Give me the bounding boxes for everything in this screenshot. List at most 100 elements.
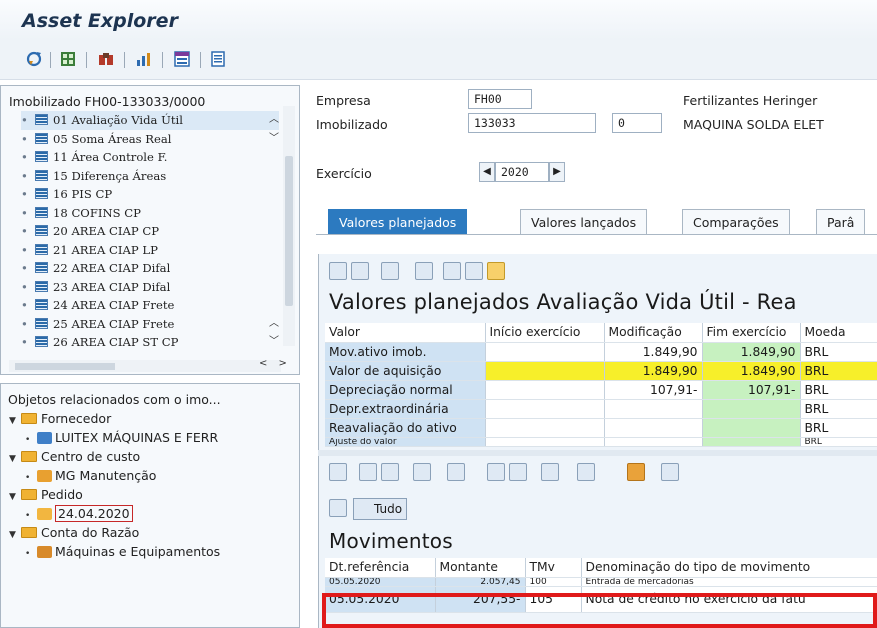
column-header[interactable]: Dt.referência bbox=[325, 558, 436, 578]
tree-item[interactable]: • 23 AREA CIAP Difal bbox=[21, 278, 279, 297]
chevron-down-icon[interactable]: ▼ bbox=[9, 526, 21, 545]
binoculars-icon[interactable] bbox=[96, 49, 116, 69]
grid-icon[interactable] bbox=[58, 49, 78, 69]
print-icon[interactable] bbox=[487, 463, 505, 481]
chevron-down-icon[interactable]: ﹀ bbox=[269, 130, 279, 149]
scroll-arrows-icon[interactable]: < > bbox=[259, 358, 291, 369]
sort-ascending-icon[interactable] bbox=[359, 463, 377, 481]
imobilizado-label: Imobilizado bbox=[316, 117, 388, 132]
table-cell bbox=[485, 342, 605, 362]
tree-item[interactable]: • 18 COFINS CP bbox=[21, 204, 279, 223]
table-header-row: Dt.referência Montante TMv Denominação d… bbox=[325, 558, 877, 578]
toolbar-separator bbox=[162, 52, 163, 68]
export-icon[interactable] bbox=[541, 463, 559, 481]
layout-icon[interactable] bbox=[577, 463, 595, 481]
view-icon[interactable] bbox=[509, 463, 527, 481]
tab-valores-planejados[interactable]: Valores planejados bbox=[328, 209, 468, 234]
tree-leaf-pedido[interactable]: • 24.04.2020 bbox=[25, 504, 133, 523]
tree-node-conta[interactable]: ▼ Conta do Razão bbox=[9, 523, 139, 542]
list-icon[interactable] bbox=[208, 49, 228, 69]
tab-comparacoes[interactable]: Comparações bbox=[682, 209, 790, 234]
exercicio-field[interactable]: 2020 bbox=[495, 162, 549, 182]
tree-item[interactable]: • 21 AREA CIAP LP bbox=[21, 241, 279, 260]
info-icon[interactable] bbox=[415, 262, 433, 280]
layout-icon[interactable] bbox=[172, 49, 192, 69]
sub-number-field[interactable]: 0 bbox=[612, 113, 662, 133]
tree-node-fornecedor[interactable]: ▼ Fornecedor bbox=[9, 409, 111, 428]
export-icon[interactable] bbox=[381, 262, 399, 280]
folder-icon[interactable] bbox=[487, 262, 505, 280]
bullet-icon: • bbox=[21, 131, 28, 146]
panel-splitter[interactable] bbox=[318, 450, 877, 456]
tree-item[interactable]: • 26 AREA CIAP ST CP ﹀ bbox=[21, 333, 279, 352]
calculator-icon[interactable] bbox=[465, 262, 483, 280]
chevron-down-icon[interactable]: ﹀ bbox=[269, 333, 279, 352]
table-cell bbox=[485, 437, 605, 447]
column-header[interactable]: Montante bbox=[435, 558, 526, 578]
column-header[interactable]: Moeda bbox=[800, 323, 877, 343]
chart-icon[interactable] bbox=[134, 49, 154, 69]
all-button[interactable]: Tudo bbox=[353, 498, 408, 520]
next-year-button[interactable]: ▶ bbox=[549, 162, 565, 182]
details-icon[interactable] bbox=[329, 463, 347, 481]
tree-item[interactable]: • 24 AREA CIAP Frete bbox=[21, 296, 279, 315]
chevron-up-icon[interactable]: ︿ bbox=[269, 111, 279, 130]
graphic-icon[interactable] bbox=[627, 463, 645, 481]
chevron-down-icon[interactable]: ▼ bbox=[9, 412, 21, 431]
table-row[interactable]: Reavaliação do ativo BRL bbox=[325, 418, 877, 438]
chevron-down-icon[interactable]: ▼ bbox=[9, 450, 21, 469]
imobilizado-field[interactable]: 133033 bbox=[468, 113, 596, 133]
column-header[interactable]: Denominação do tipo de movimento bbox=[581, 558, 877, 578]
tree-node-pedido[interactable]: ▼ Pedido bbox=[9, 485, 83, 504]
subtotal-icon[interactable] bbox=[447, 463, 465, 481]
row-label: Depr.extraordinária bbox=[325, 399, 486, 419]
info-icon[interactable] bbox=[661, 463, 679, 481]
tree-item[interactable]: • 05 Soma Áreas Real ﹀ bbox=[21, 130, 279, 149]
tree-leaf-centro[interactable]: • MG Manutenção bbox=[25, 466, 156, 485]
tree-item[interactable]: • 15 Diferença Áreas bbox=[21, 167, 279, 186]
tree-item-label: 16 PIS CP bbox=[53, 187, 113, 201]
node-label: Pedido bbox=[41, 487, 83, 502]
table-row[interactable]: Depreciação normal 107,91- 107,91- BRL bbox=[325, 380, 877, 400]
bullet-icon: • bbox=[21, 113, 28, 127]
table-icon bbox=[35, 336, 48, 347]
tree-item[interactable]: • 22 AREA CIAP Difal bbox=[21, 259, 279, 278]
chevron-down-icon[interactable]: ▼ bbox=[9, 488, 21, 507]
scroll-thumb[interactable] bbox=[15, 363, 115, 370]
previous-year-button[interactable]: ◀ bbox=[479, 162, 495, 182]
tree-item[interactable]: • 11 Área Controle F. bbox=[21, 148, 279, 167]
expand-icon[interactable] bbox=[329, 499, 347, 517]
column-header[interactable]: Início exercício bbox=[485, 323, 605, 343]
tab-valores-lancados[interactable]: Valores lançados bbox=[520, 209, 648, 234]
table-row[interactable]: 05.05.2020 2.057,45 100 Entrada de merca… bbox=[325, 577, 877, 587]
column-header[interactable]: Modificação bbox=[604, 323, 703, 343]
node-label: 24.04.2020 bbox=[55, 505, 133, 522]
layout-icon[interactable] bbox=[443, 262, 461, 280]
chevron-up-icon[interactable]: ︿ bbox=[269, 315, 279, 334]
column-header[interactable]: TMv bbox=[525, 558, 582, 578]
table-row[interactable]: Mov.ativo imob. 1.849,90 1.849,90 BRL bbox=[325, 342, 877, 362]
column-header[interactable]: Fim exercício bbox=[702, 323, 801, 343]
tree-node-centro[interactable]: ▼ Centro de custo bbox=[9, 447, 140, 466]
tree-item[interactable]: • 20 AREA CIAP CP bbox=[21, 222, 279, 241]
toolbar-separator bbox=[124, 52, 125, 68]
scroll-thumb[interactable] bbox=[285, 156, 293, 306]
table-row[interactable]: Ajuste do valor BRL bbox=[325, 437, 877, 447]
table-icon bbox=[35, 299, 48, 310]
empresa-field[interactable]: FH00 bbox=[468, 89, 532, 109]
tree-leaf-conta[interactable]: • Máquinas e Equipamentos bbox=[25, 542, 220, 561]
print-icon[interactable] bbox=[329, 262, 347, 280]
tab-parametros[interactable]: Parâ bbox=[816, 209, 866, 234]
tree-item[interactable]: • 01 Avaliação Vida Útil ︿ bbox=[21, 111, 279, 130]
view-icon[interactable] bbox=[351, 262, 369, 280]
refresh-icon[interactable] bbox=[24, 49, 44, 69]
filter-icon[interactable] bbox=[381, 463, 399, 481]
sum-icon[interactable] bbox=[413, 463, 431, 481]
tree-leaf-fornecedor[interactable]: • LUITEX MÁQUINAS E FERR bbox=[25, 428, 218, 447]
tree-item[interactable]: • 25 AREA CIAP Frete ︿ bbox=[21, 315, 279, 334]
column-header[interactable]: Valor bbox=[325, 323, 486, 343]
node-label: Centro de custo bbox=[41, 449, 141, 464]
table-row[interactable]: Depr.extraordinária BRL bbox=[325, 399, 877, 419]
table-row[interactable]: Valor de aquisição 1.849,90 1.849,90 BRL bbox=[325, 361, 877, 381]
tree-item[interactable]: • 16 PIS CP bbox=[21, 185, 279, 204]
